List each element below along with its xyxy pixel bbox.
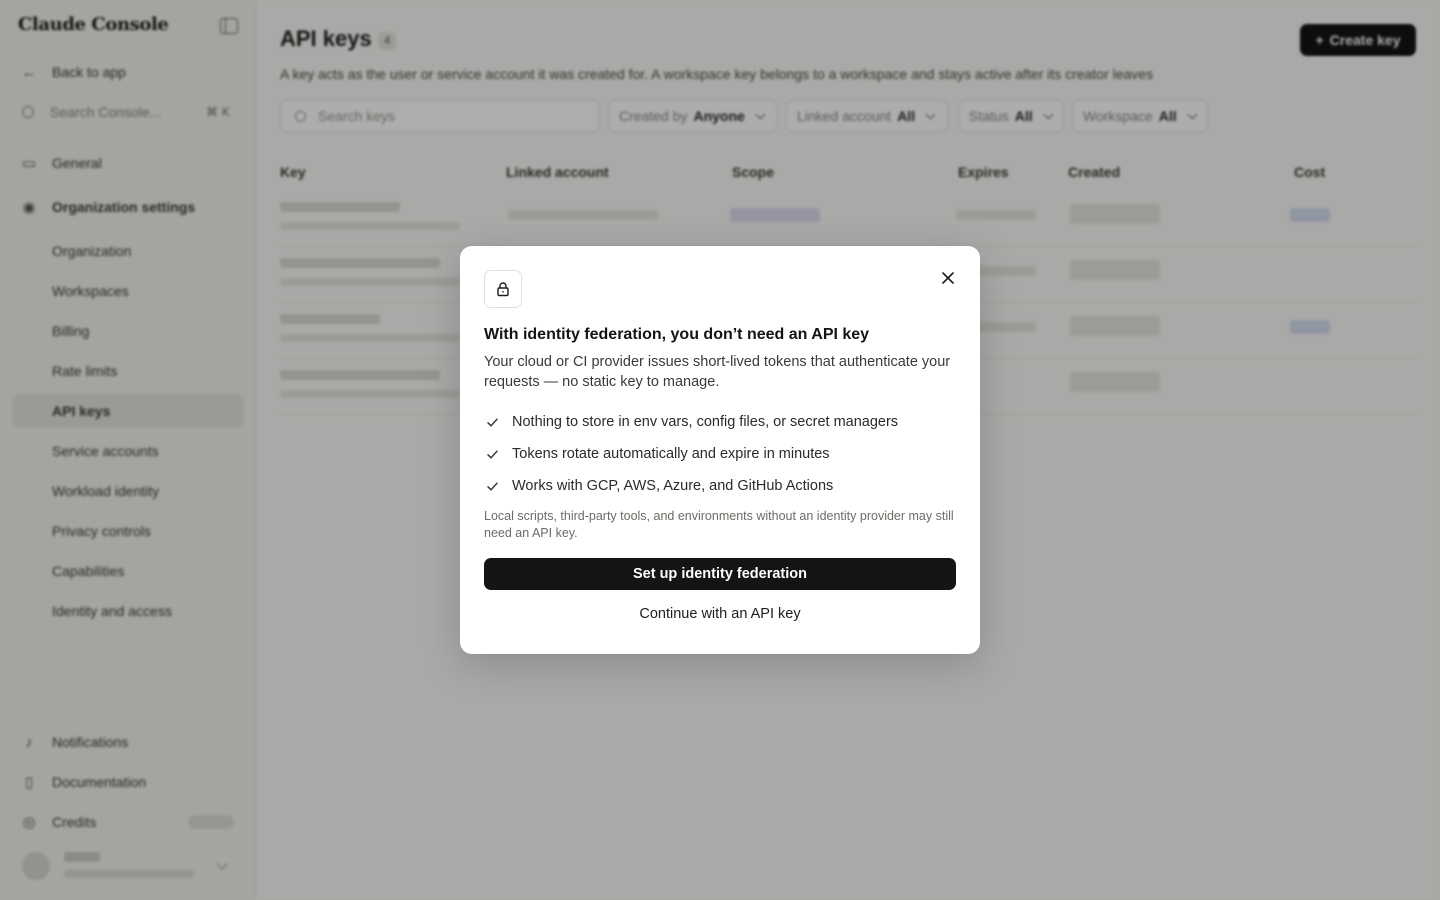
benefit-text: Nothing to store in env vars, config fil…: [512, 414, 899, 430]
check-icon: [484, 446, 500, 462]
dialog-title: With identity federation, you don’t need…: [484, 326, 870, 343]
list-item: Tokens rotate automatically and expire i…: [484, 438, 956, 470]
lock-icon: [484, 270, 522, 308]
benefit-text: Works with GCP, AWS, Azure, and GitHub A…: [512, 478, 834, 494]
check-icon: [484, 478, 500, 494]
identity-federation-dialog: With identity federation, you don’t need…: [460, 246, 980, 654]
check-icon: [484, 414, 500, 430]
list-item: Nothing to store in env vars, config fil…: [484, 406, 956, 438]
benefits-list: Nothing to store in env vars, config fil…: [484, 406, 956, 502]
dialog-note: Local scripts, third-party tools, and en…: [484, 509, 954, 540]
continue-with-api-key-button[interactable]: Continue with an API key: [484, 598, 956, 630]
close-button[interactable]: [936, 266, 960, 290]
dialog-body: Your cloud or CI provider issues short-l…: [484, 354, 951, 390]
benefit-text: Tokens rotate automatically and expire i…: [512, 446, 830, 462]
set-up-identity-federation-button[interactable]: Set up identity federation: [484, 558, 956, 590]
close-icon: [942, 272, 954, 284]
list-item: Works with GCP, AWS, Azure, and GitHub A…: [484, 470, 956, 502]
